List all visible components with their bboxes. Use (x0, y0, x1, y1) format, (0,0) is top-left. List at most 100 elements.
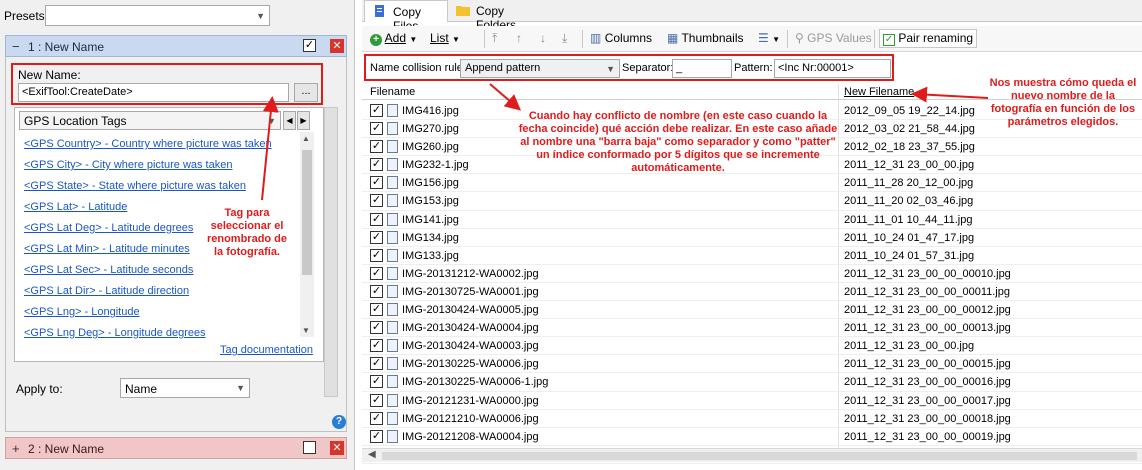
row-checkbox[interactable]: ✓ (370, 303, 383, 317)
move-down-icon[interactable]: ↓ (540, 31, 546, 45)
row-new-filename: 2011_12_31 23_00_00_00018.jpg (844, 412, 1011, 425)
rule1-enable-checkbox[interactable]: ✓ (303, 39, 316, 52)
row-checkbox[interactable]: ✓ (370, 284, 383, 298)
row-checkbox[interactable]: ✓ (370, 230, 383, 244)
scroll-left-icon[interactable]: ◀ (368, 449, 376, 460)
rule2-header[interactable]: + 2 : New Name ✕ (5, 437, 347, 459)
table-row[interactable]: ✓ IMG134.jpg 2011_10_24 01_47_17.jpg (362, 229, 1142, 247)
row-new-filename: 2011_12_31 23_00_00_00012.jpg (844, 304, 1011, 317)
file-icon (387, 122, 398, 136)
table-row[interactable]: ✓ IMG133.jpg 2011_10_24 01_57_31.jpg (362, 247, 1142, 265)
new-name-input[interactable]: <ExifTool:CreateDate> (18, 83, 289, 102)
thumbnails-button[interactable]: ▦ Thumbnails (667, 31, 744, 45)
table-row[interactable]: ✓ IMG-20130424-WA0004.jpg 2011_12_31 23_00… (362, 319, 1142, 338)
row-checkbox[interactable]: ✓ (370, 212, 383, 226)
column-header-filename[interactable]: Filename (370, 86, 415, 98)
row-checkbox[interactable]: ✓ (370, 393, 383, 407)
row-checkbox[interactable]: ✓ (370, 321, 383, 335)
table-row[interactable]: ✓ IMG141.jpg 2011_11_01 10_44_11.jpg (362, 211, 1142, 229)
help-icon[interactable]: ? (332, 415, 346, 429)
tag-link[interactable]: <GPS State> - State where picture was ta… (24, 180, 246, 192)
apply-to-dropdown[interactable]: Name ▼ (120, 378, 250, 398)
row-filename: IMG156.jpg (402, 177, 459, 190)
columns-button[interactable]: ▥ Columns (590, 31, 652, 45)
table-row[interactable]: ✓ IMG-20121231-WA0000.jpg 2011_12_31 23_00… (362, 392, 1142, 410)
file-icon (387, 375, 398, 389)
pair-check-icon: ✓ (883, 34, 895, 46)
row-filename: IMG270.jpg (402, 123, 459, 136)
table-row[interactable]: ✓ IMG-20130725-WA0001.jpg 2011_12_31 23_00… (362, 283, 1142, 302)
row-checkbox[interactable]: ✓ (370, 122, 383, 136)
row-checkbox[interactable]: ✓ (370, 140, 383, 154)
row-checkbox[interactable]: ✓ (370, 194, 383, 208)
tags-prev-button[interactable]: ◀ (283, 111, 296, 130)
table-row[interactable]: ✓ IMG-20130225-WA0006-1.jpg 2011_12_31 23_… (362, 373, 1142, 392)
tags-scrollbar[interactable]: ▲ ▼ (300, 132, 314, 337)
rule2-close-icon[interactable]: ✕ (330, 441, 344, 455)
rule1-header[interactable]: − 1 : New Name ✓ ✕ (5, 35, 347, 57)
tag-link[interactable]: <GPS Lat Sec> - Latitude seconds (24, 264, 193, 276)
move-top-icon[interactable]: ⤒ (492, 31, 497, 46)
pattern-input[interactable]: <Inc Nr:00001> (774, 59, 891, 78)
tag-link[interactable]: <GPS Lat Deg> - Latitude degrees (24, 222, 193, 234)
tags-next-button[interactable]: ▶ (297, 111, 310, 130)
table-row[interactable]: ✓ IMG-20130225-WA0006.jpg 2011_12_31 23_00… (362, 355, 1142, 374)
row-checkbox[interactable]: ✓ (370, 429, 383, 443)
view-options-button[interactable]: ☰ ▼ (758, 31, 780, 45)
pair-renaming-toggle[interactable]: ✓ Pair renaming (879, 29, 978, 48)
tag-documentation-link[interactable]: Tag documentation (220, 344, 313, 356)
table-row[interactable]: ✓ IMG-20121208-WA0004.jpg 2011_12_31 23_00… (362, 428, 1142, 446)
horizontal-scrollbar[interactable]: ◀ (362, 448, 1142, 462)
row-checkbox[interactable]: ✓ (370, 176, 383, 190)
tab-copy-files[interactable]: Copy Files (364, 0, 448, 33)
browse-button[interactable]: ... (294, 83, 318, 102)
separator-input[interactable]: _ (672, 59, 732, 78)
column-header-new-filename[interactable]: New Filename (844, 86, 914, 98)
scroll-up-icon[interactable]: ▲ (302, 134, 310, 143)
rule-scrollbar[interactable] (324, 107, 338, 397)
presets-dropdown[interactable]: ▼ (45, 5, 270, 26)
row-checkbox[interactable]: ✓ (370, 158, 383, 172)
row-checkbox[interactable]: ✓ (370, 104, 383, 117)
table-row[interactable]: ✓ IMG-20130424-WA0005.jpg 2011_12_31 23_00… (362, 301, 1142, 320)
tag-link[interactable]: <GPS Country> - Country where picture wa… (24, 138, 272, 150)
file-icon (387, 411, 398, 425)
rule2-enable-checkbox[interactable] (303, 441, 316, 454)
rule1-close-icon[interactable]: ✕ (330, 39, 344, 53)
move-bottom-icon[interactable]: ⤓ (562, 31, 567, 46)
scroll-down-icon[interactable]: ▼ (302, 326, 310, 335)
tab-copy-folders[interactable]: Copy Folders (448, 0, 548, 32)
row-checkbox[interactable]: ✓ (370, 266, 383, 280)
file-icon (387, 284, 398, 298)
tag-category-dropdown[interactable]: GPS Location Tags ▼ (19, 111, 281, 130)
row-checkbox[interactable]: ✓ (370, 411, 383, 425)
tag-link[interactable]: <GPS City> - City where picture was take… (24, 159, 232, 171)
row-checkbox[interactable]: ✓ (370, 339, 383, 353)
add-button[interactable]: + Add ▼ (370, 31, 417, 46)
table-row[interactable]: ✓ IMG-20130424-WA0003.jpg 2011_12_31 23_00… (362, 337, 1142, 356)
tag-link[interactable]: <GPS Lng Deg> - Longitude degrees (24, 327, 206, 339)
tag-link[interactable]: <GPS Lng> - Longitude (24, 306, 140, 318)
file-icon (387, 321, 398, 335)
list-button[interactable]: List ▼ (430, 31, 460, 45)
row-checkbox[interactable]: ✓ (370, 375, 383, 389)
row-checkbox[interactable]: ✓ (370, 248, 383, 262)
move-up-icon[interactable]: ↑ (516, 31, 522, 45)
expand-icon[interactable]: + (12, 441, 20, 456)
table-row[interactable]: ✓ IMG153.jpg 2011_11_20 02_03_46.jpg (362, 192, 1142, 211)
presets-label: Presets: (4, 9, 49, 23)
table-row[interactable]: ✓ IMG156.jpg 2011_11_28 20_12_00.jpg (362, 174, 1142, 193)
scroll-thumb[interactable] (302, 150, 312, 275)
tag-link[interactable]: <GPS Lat Min> - Latitude minutes (24, 243, 190, 255)
row-filename: IMG260.jpg (402, 141, 459, 154)
tag-link[interactable]: <GPS Lat> - Latitude (24, 201, 127, 213)
row-checkbox[interactable]: ✓ (370, 357, 383, 371)
table-row[interactable]: ✓ IMG-20131212-WA0002.jpg 2011_12_31 23_00… (362, 265, 1142, 283)
collapse-icon[interactable]: − (12, 39, 20, 54)
gps-values-button[interactable]: ⚲ GPS Values (795, 31, 872, 45)
pattern-label: Pattern: (734, 62, 773, 74)
scroll-thumb[interactable] (382, 452, 1137, 460)
collision-rule-dropdown[interactable]: Append pattern ▼ (460, 59, 620, 78)
table-row[interactable]: ✓ IMG-20121210-WA0006.jpg 2011_12_31 23_00… (362, 410, 1142, 428)
tag-link[interactable]: <GPS Lat Dir> - Latitude direction (24, 285, 189, 297)
